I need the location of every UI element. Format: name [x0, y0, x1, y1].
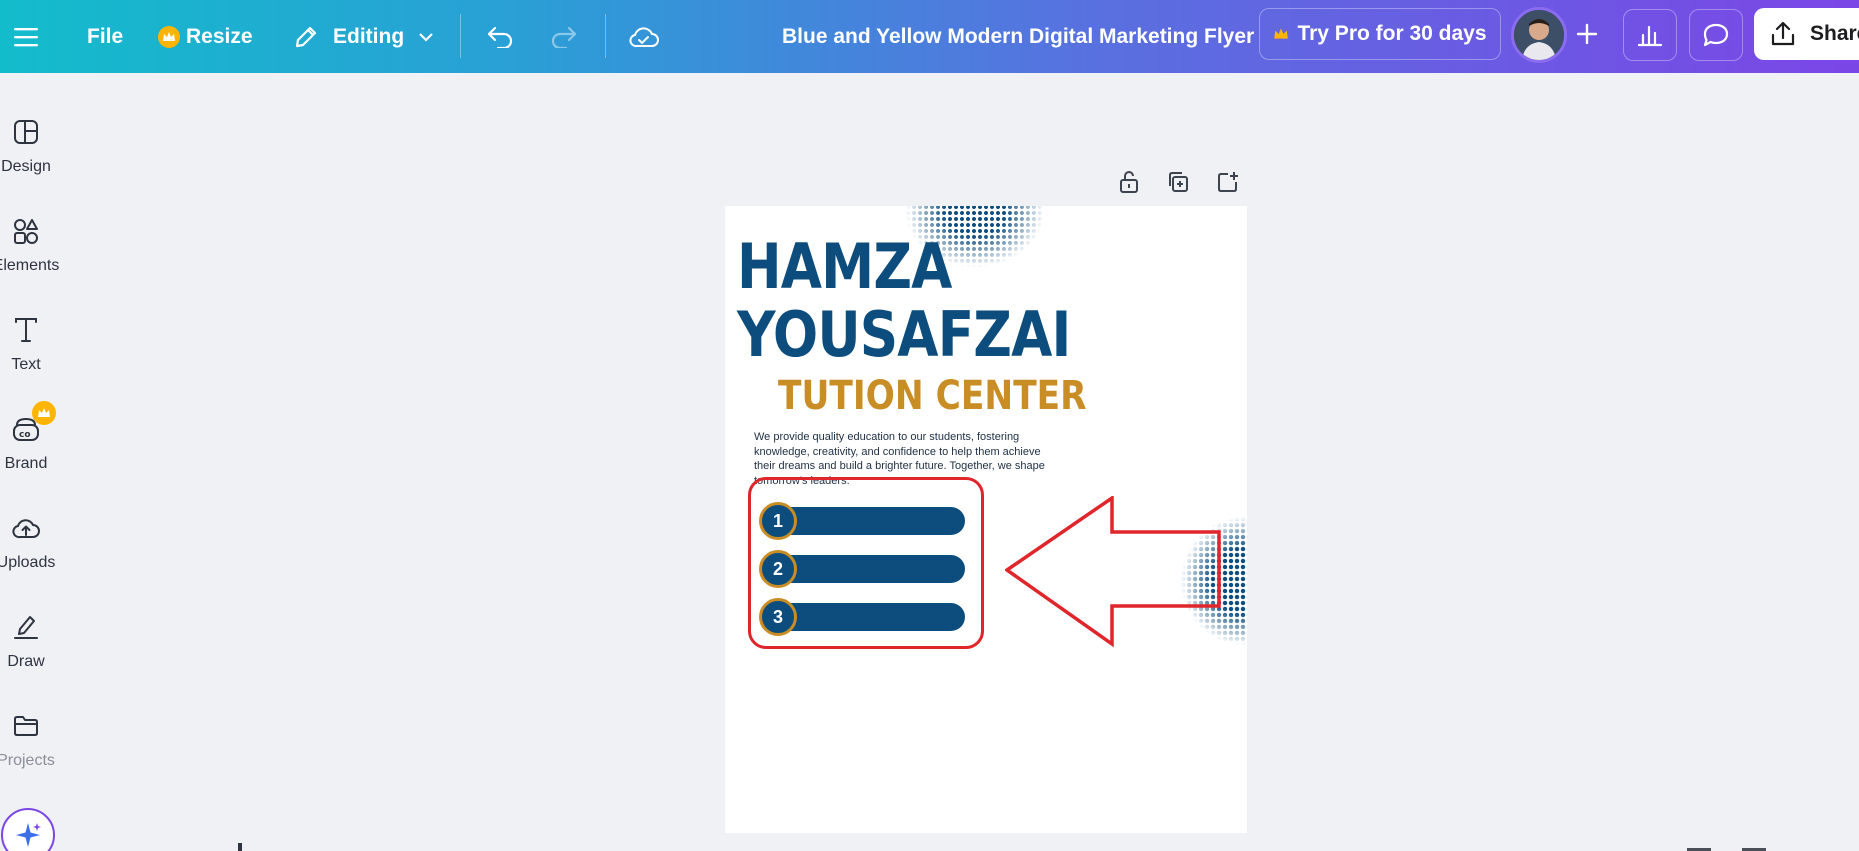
main-menu-button[interactable]	[14, 0, 38, 73]
flyer-title-line2[interactable]: YOUSAFZAI	[737, 304, 1071, 366]
lock-icon	[1120, 171, 1138, 193]
try-pro-label: Try Pro for 30 days	[1297, 22, 1487, 45]
hamburger-icon	[14, 27, 38, 46]
document-title[interactable]: Blue and Yellow Modern Digital Marketing…	[782, 0, 1254, 73]
add-page-button[interactable]	[1213, 167, 1243, 197]
sidebar-item-elements[interactable]: Elements	[0, 203, 62, 293]
duplicate-icon	[1169, 172, 1188, 192]
plus-icon	[1576, 23, 1598, 45]
toolbar-divider	[605, 14, 606, 58]
redo-icon	[551, 26, 577, 48]
sidebar-item-projects[interactable]: Projects	[0, 698, 62, 788]
sidebar-item-label: Draw	[7, 653, 45, 670]
resize-button[interactable]: Resize	[158, 0, 253, 73]
duplicate-page-button[interactable]	[1163, 167, 1193, 197]
sparkle-icon	[16, 823, 41, 847]
avatar[interactable]	[1511, 7, 1567, 63]
comment-icon	[1703, 23, 1729, 47]
flyer-title-line1[interactable]: HAMZA	[737, 236, 952, 298]
sidebar-item-uploads[interactable]: Uploads	[0, 500, 62, 590]
save-status-button[interactable]	[628, 0, 660, 73]
sidebar-item-label: Brand	[4, 455, 48, 472]
design-page[interactable]: HAMZA YOUSAFZAI TUTION CENTER We provide…	[725, 206, 1247, 833]
sidebar-item-brand[interactable]: co Brand	[0, 401, 62, 491]
shapes-icon	[14, 219, 38, 244]
file-menu[interactable]: File	[87, 0, 123, 73]
upload-icon	[1771, 21, 1795, 46]
share-label: Share	[1810, 22, 1859, 45]
svg-text:co: co	[19, 430, 31, 440]
editing-label: Editing	[333, 24, 405, 48]
sidebar-item-draw[interactable]: Draw	[0, 599, 62, 689]
add-collaborator-button[interactable]	[1562, 9, 1612, 59]
share-button[interactable]: Share	[1754, 8, 1859, 60]
bar-chart-icon	[1637, 25, 1663, 47]
sidebar-item-design[interactable]: Design	[0, 104, 62, 194]
crown-icon	[1274, 28, 1289, 39]
left-arrow-annotation	[1005, 496, 1221, 648]
chevron-down-icon	[419, 32, 433, 42]
crown-icon	[32, 401, 56, 425]
sidebar-item-text[interactable]: Text	[0, 302, 62, 392]
sidebar-item-label: Elements	[0, 257, 60, 274]
flyer-subtitle[interactable]: TUTION CENTER	[778, 376, 1087, 416]
highlight-box	[748, 477, 984, 649]
cloud-check-icon	[629, 26, 659, 47]
sidebar-item-label: Text	[11, 356, 41, 373]
redo-button[interactable]	[550, 0, 578, 73]
resize-label: Resize	[186, 24, 253, 48]
undo-icon	[487, 26, 513, 48]
pencil-icon	[295, 26, 317, 47]
undo-button[interactable]	[486, 0, 514, 73]
draw-icon	[14, 616, 38, 639]
sidebar-item-label: Uploads	[0, 554, 56, 571]
user-photo-icon	[1514, 10, 1564, 60]
add-page-icon	[1218, 172, 1238, 192]
left-sidebar: Design Elements Text co Brand Uploads Dr…	[0, 73, 59, 851]
folder-icon	[14, 716, 38, 736]
try-pro-button[interactable]: Try Pro for 30 days	[1259, 8, 1501, 60]
top-toolbar: File Resize Editing Blue and Yellow Mode…	[0, 0, 1859, 73]
cloud-upload-icon	[12, 519, 40, 539]
bottom-bar-fragment	[238, 843, 242, 851]
sidebar-item-label: Projects	[0, 752, 55, 769]
toolbar-divider	[460, 14, 461, 58]
lock-page-button[interactable]	[1114, 167, 1144, 197]
crown-icon	[158, 25, 180, 48]
sidebar-item-label: Design	[1, 158, 51, 175]
comments-button[interactable]	[1689, 9, 1743, 61]
insights-button[interactable]	[1623, 9, 1677, 61]
editing-mode-dropdown[interactable]: Editing	[293, 0, 434, 73]
text-icon	[15, 318, 37, 342]
layout-icon	[14, 120, 38, 144]
